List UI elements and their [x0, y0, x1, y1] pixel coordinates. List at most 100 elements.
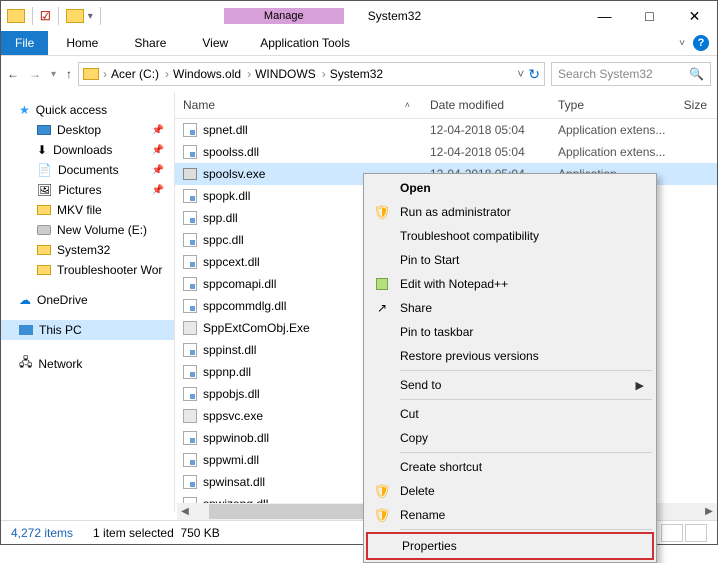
sidebar-downloads[interactable]: ⬇Downloads📌 [1, 140, 174, 160]
file-icon [183, 299, 197, 313]
cm-troubleshoot[interactable]: Troubleshoot compatibility [366, 224, 654, 248]
cm-cut[interactable]: Cut [366, 402, 654, 426]
column-name[interactable]: Name˄ [175, 98, 430, 112]
file-icon [183, 189, 197, 203]
navigation-pane: ★Quick access Desktop📌 ⬇Downloads📌 📄Docu… [1, 92, 175, 512]
forward-button[interactable]: → [29, 67, 41, 81]
column-size[interactable]: Size [673, 98, 717, 112]
thumbnails-view-button[interactable] [685, 524, 707, 542]
ribbon-collapse-icon[interactable]: ˅ [679, 38, 685, 49]
column-headers[interactable]: Name˄ Date modified Type Size [175, 92, 717, 119]
quick-access[interactable]: ★Quick access [1, 100, 174, 120]
menu-separator [400, 370, 652, 371]
sidebar-documents[interactable]: 📄Documents📌 [1, 160, 174, 180]
column-type[interactable]: Type [558, 98, 673, 112]
menu-separator [400, 529, 652, 530]
drive-icon [83, 68, 99, 80]
file-icon [183, 343, 197, 357]
folder-icon [37, 245, 51, 255]
search-box[interactable]: Search System32 🔍 [551, 62, 711, 86]
file-date: 12-04-2018 05:04 [430, 145, 558, 159]
cm-create-shortcut[interactable]: Create shortcut [366, 455, 654, 479]
sidebar-desktop[interactable]: Desktop📌 [1, 120, 174, 140]
close-button[interactable]: ✕ [672, 1, 717, 31]
network-icon: 🖧 [19, 353, 32, 374]
qat-dropdown-icon[interactable]: ▾ [88, 11, 93, 22]
cm-open[interactable]: Open [366, 176, 654, 200]
file-row[interactable]: spoolss.dll12-04-2018 05:04Application e… [175, 141, 717, 163]
home-tab[interactable]: Home [48, 31, 116, 55]
cm-delete[interactable]: 🛡Delete [366, 479, 654, 503]
file-name: spwinsat.dll [203, 475, 265, 489]
help-icon[interactable]: ? [693, 35, 709, 51]
file-type: Application extens... [558, 145, 673, 159]
sidebar-thispc[interactable]: This PC [1, 320, 174, 340]
sidebar-newvol[interactable]: New Volume (E:) [1, 220, 174, 240]
breadcrumb[interactable]: Windows.old› [173, 67, 251, 81]
cm-restore[interactable]: Restore previous versions [366, 344, 654, 368]
share-tab[interactable]: Share [116, 31, 184, 55]
quick-access-toolbar: ☑ ▾ [1, 7, 104, 25]
sidebar-onedrive[interactable]: ☁OneDrive [1, 290, 174, 310]
file-name: spopk.dll [203, 189, 250, 203]
cm-pin-taskbar[interactable]: Pin to taskbar [366, 320, 654, 344]
disk-icon [37, 225, 51, 235]
shield-icon: 🛡 [374, 507, 390, 523]
sidebar-system32[interactable]: System32 [1, 240, 174, 260]
sidebar-pictures[interactable]: 🖼Pictures📌 [1, 180, 174, 200]
maximize-button[interactable]: □ [627, 1, 672, 31]
pc-icon [19, 325, 33, 335]
sidebar-network[interactable]: 🖧Network [1, 350, 174, 377]
cm-rename[interactable]: 🛡Rename [366, 503, 654, 527]
details-view-button[interactable] [661, 524, 683, 542]
window-title: System32 [344, 9, 421, 23]
scroll-left-icon[interactable]: ◀ [177, 506, 193, 517]
sort-indicator-icon: ˄ [405, 100, 410, 110]
file-name: spoolsv.exe [203, 167, 265, 181]
sidebar-troubleshooter[interactable]: Troubleshooter Wor [1, 260, 174, 280]
file-tab[interactable]: File [1, 31, 48, 55]
sidebar-mkv[interactable]: MKV file [1, 200, 174, 220]
file-name: sppinst.dll [203, 343, 256, 357]
file-date: 12-04-2018 05:04 [430, 123, 558, 137]
status-selected: 1 item selected 750 KB [93, 526, 220, 540]
new-folder-icon[interactable] [66, 9, 84, 23]
cm-copy[interactable]: Copy [366, 426, 654, 450]
column-date[interactable]: Date modified [430, 98, 558, 112]
address-dropdown-icon[interactable]: ˅ [517, 67, 524, 81]
breadcrumb[interactable]: System32 [330, 67, 383, 81]
view-tab[interactable]: View [184, 31, 246, 55]
history-dropdown-icon[interactable]: ▾ [51, 69, 56, 80]
breadcrumb[interactable]: WINDOWS› [255, 67, 326, 81]
scroll-right-icon[interactable]: ▶ [701, 506, 717, 517]
share-icon: ↗ [374, 300, 390, 316]
cm-edit-notepad[interactable]: Edit with Notepad++ [366, 272, 654, 296]
file-name: sppcomapi.dll [203, 277, 276, 291]
up-button[interactable]: ↑ [66, 67, 72, 81]
star-icon: ★ [19, 103, 30, 117]
breadcrumb[interactable]: Acer (C:)› [111, 67, 169, 81]
application-tools-tab[interactable]: Application Tools [246, 31, 364, 55]
cm-share[interactable]: ↗Share [366, 296, 654, 320]
file-icon [183, 211, 197, 225]
file-type: Application extens... [558, 123, 673, 137]
minimize-button[interactable]: — [582, 1, 627, 31]
file-row[interactable]: spnet.dll12-04-2018 05:04Application ext… [175, 119, 717, 141]
file-icon [183, 145, 197, 159]
cm-pin-start[interactable]: Pin to Start [366, 248, 654, 272]
file-icon [183, 431, 197, 445]
cm-send-to[interactable]: Send to▶ [366, 373, 654, 397]
back-button[interactable]: ← [7, 67, 19, 81]
address-bar[interactable]: › Acer (C:)› Windows.old› WINDOWS› Syste… [78, 62, 545, 86]
cm-properties[interactable]: Properties [366, 532, 654, 560]
refresh-icon[interactable]: ↻ [528, 66, 540, 83]
file-name: sppcommdlg.dll [203, 299, 286, 313]
properties-qat-icon[interactable]: ☑ [40, 9, 51, 23]
search-icon: 🔍 [689, 67, 704, 81]
folder-icon[interactable] [7, 9, 25, 23]
cm-run-admin[interactable]: 🛡Run as administrator [366, 200, 654, 224]
title-bar: ☑ ▾ Manage System32 — □ ✕ [1, 1, 717, 31]
context-menu: Open 🛡Run as administrator Troubleshoot … [363, 173, 657, 563]
desktop-icon [37, 125, 51, 135]
shield-icon: 🛡 [374, 204, 390, 220]
